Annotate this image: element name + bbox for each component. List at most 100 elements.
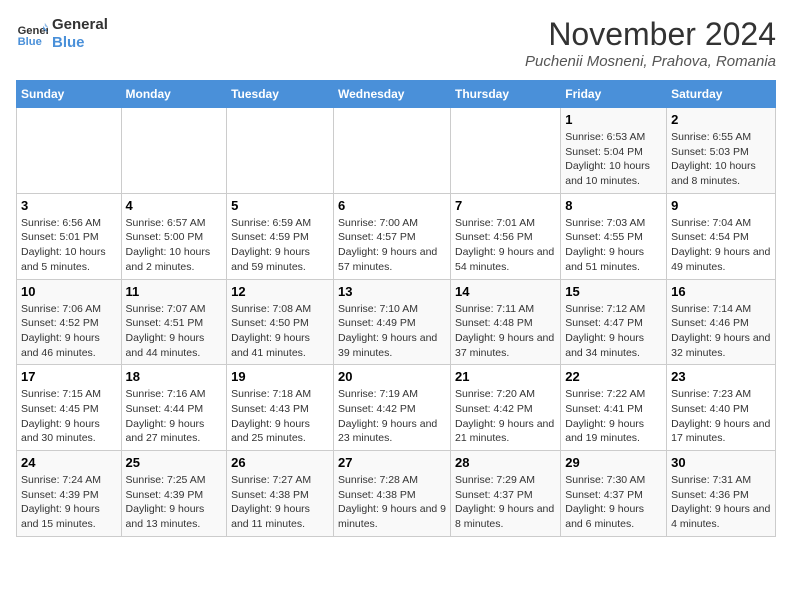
day-info: Sunrise: 7:18 AM Sunset: 4:43 PM Dayligh… (231, 387, 329, 446)
calendar-day-cell: 27Sunrise: 7:28 AM Sunset: 4:38 PM Dayli… (334, 451, 451, 537)
day-info: Sunrise: 7:07 AM Sunset: 4:51 PM Dayligh… (126, 302, 223, 361)
weekday-header-cell: Sunday (17, 81, 122, 108)
calendar-table: SundayMondayTuesdayWednesdayThursdayFrid… (16, 80, 776, 537)
logo-line1: General (52, 16, 108, 34)
day-number: 17 (21, 369, 117, 384)
calendar-day-cell: 30 Sunrise: 7:31 AM Sunset: 4:36 PM Dayli… (667, 451, 776, 537)
weekday-header-cell: Friday (561, 81, 667, 108)
calendar-day-cell (334, 108, 451, 194)
day-number: 8 (565, 198, 662, 213)
day-info: Sunrise: 7:23 AM Sunset: 4:40 PM Dayligh… (671, 387, 771, 446)
title-area: November 2024 Puchenii Mosneni, Prahova,… (525, 16, 776, 70)
calendar-day-cell: 7Sunrise: 7:01 AM Sunset: 4:56 PM Daylig… (450, 193, 560, 279)
day-number: 14 (455, 284, 556, 299)
day-number: 30 (671, 455, 771, 470)
calendar-day-cell: 22 Sunrise: 7:22 AM Sunset: 4:41 PM Dayli… (561, 365, 667, 451)
calendar-day-cell: 29Sunrise: 7:30 AM Sunset: 4:37 PM Dayli… (561, 451, 667, 537)
calendar-day-cell: 25 Sunrise: 7:25 AM Sunset: 4:39 PM Dayli… (121, 451, 227, 537)
logo-icon: General Blue (16, 18, 48, 50)
calendar-day-cell (121, 108, 227, 194)
day-info: Sunrise: 7:30 AM Sunset: 4:37 PM Dayligh… (565, 473, 662, 532)
day-info: Sunrise: 7:25 AM Sunset: 4:39 PM Dayligh… (126, 473, 223, 532)
calendar-day-cell: 23 Sunrise: 7:23 AM Sunset: 4:40 PM Dayli… (667, 365, 776, 451)
day-number: 22 (565, 369, 662, 384)
day-info: Sunrise: 7:20 AM Sunset: 4:42 PM Dayligh… (455, 387, 556, 446)
calendar-day-cell: 24 Sunrise: 7:24 AM Sunset: 4:39 PM Dayli… (17, 451, 122, 537)
calendar-week-row: 17Sunrise: 7:15 AM Sunset: 4:45 PM Dayli… (17, 365, 776, 451)
day-number: 9 (671, 198, 771, 213)
calendar-day-cell: 5 Sunrise: 6:59 AM Sunset: 4:59 PM Daylig… (227, 193, 334, 279)
day-info: Sunrise: 7:08 AM Sunset: 4:50 PM Dayligh… (231, 302, 329, 361)
calendar-week-row: 10Sunrise: 7:06 AM Sunset: 4:52 PM Dayli… (17, 279, 776, 365)
weekday-header-row: SundayMondayTuesdayWednesdayThursdayFrid… (17, 81, 776, 108)
day-info: Sunrise: 6:59 AM Sunset: 4:59 PM Dayligh… (231, 216, 329, 275)
calendar-day-cell: 12 Sunrise: 7:08 AM Sunset: 4:50 PM Dayli… (227, 279, 334, 365)
calendar-day-cell: 20 Sunrise: 7:19 AM Sunset: 4:42 PM Dayli… (334, 365, 451, 451)
day-number: 20 (338, 369, 446, 384)
logo: General Blue General Blue (16, 16, 108, 52)
calendar-day-cell: 15Sunrise: 7:12 AM Sunset: 4:47 PM Dayli… (561, 279, 667, 365)
day-number: 12 (231, 284, 329, 299)
weekday-header-cell: Thursday (450, 81, 560, 108)
day-number: 10 (21, 284, 117, 299)
calendar-day-cell: 2 Sunrise: 6:55 AM Sunset: 5:03 PM Daylig… (667, 108, 776, 194)
day-number: 2 (671, 112, 771, 127)
calendar-day-cell: 26 Sunrise: 7:27 AM Sunset: 4:38 PM Dayli… (227, 451, 334, 537)
day-number: 26 (231, 455, 329, 470)
day-info: Sunrise: 7:19 AM Sunset: 4:42 PM Dayligh… (338, 387, 446, 446)
day-number: 15 (565, 284, 662, 299)
day-info: Sunrise: 7:27 AM Sunset: 4:38 PM Dayligh… (231, 473, 329, 532)
day-number: 13 (338, 284, 446, 299)
calendar-day-cell: 4 Sunrise: 6:57 AM Sunset: 5:00 PM Daylig… (121, 193, 227, 279)
calendar-day-cell (450, 108, 560, 194)
day-number: 24 (21, 455, 117, 470)
day-info: Sunrise: 6:53 AM Sunset: 5:04 PM Dayligh… (565, 130, 662, 189)
calendar-week-row: 24 Sunrise: 7:24 AM Sunset: 4:39 PM Dayli… (17, 451, 776, 537)
day-number: 5 (231, 198, 329, 213)
day-number: 1 (565, 112, 662, 127)
calendar-week-row: 1 Sunrise: 6:53 AM Sunset: 5:04 PM Daylig… (17, 108, 776, 194)
day-number: 16 (671, 284, 771, 299)
calendar-day-cell: 3Sunrise: 6:56 AM Sunset: 5:01 PM Daylig… (17, 193, 122, 279)
day-info: Sunrise: 6:55 AM Sunset: 5:03 PM Dayligh… (671, 130, 771, 189)
day-info: Sunrise: 7:31 AM Sunset: 4:36 PM Dayligh… (671, 473, 771, 532)
calendar-day-cell (17, 108, 122, 194)
day-number: 19 (231, 369, 329, 384)
calendar-day-cell: 21 Sunrise: 7:20 AM Sunset: 4:42 PM Dayli… (450, 365, 560, 451)
calendar-day-cell: 19 Sunrise: 7:18 AM Sunset: 4:43 PM Dayli… (227, 365, 334, 451)
day-number: 21 (455, 369, 556, 384)
day-number: 4 (126, 198, 223, 213)
day-info: Sunrise: 7:10 AM Sunset: 4:49 PM Dayligh… (338, 302, 446, 361)
day-info: Sunrise: 6:57 AM Sunset: 5:00 PM Dayligh… (126, 216, 223, 275)
logo-line2: Blue (52, 34, 108, 52)
weekday-header-cell: Monday (121, 81, 227, 108)
month-year-title: November 2024 (525, 16, 776, 53)
calendar-day-cell: 8Sunrise: 7:03 AM Sunset: 4:55 PM Daylig… (561, 193, 667, 279)
calendar-day-cell (227, 108, 334, 194)
day-info: Sunrise: 6:56 AM Sunset: 5:01 PM Dayligh… (21, 216, 117, 275)
day-info: Sunrise: 7:24 AM Sunset: 4:39 PM Dayligh… (21, 473, 117, 532)
calendar-day-cell: 6 Sunrise: 7:00 AM Sunset: 4:57 PM Daylig… (334, 193, 451, 279)
calendar-day-cell: 13 Sunrise: 7:10 AM Sunset: 4:49 PM Dayli… (334, 279, 451, 365)
day-number: 23 (671, 369, 771, 384)
day-number: 6 (338, 198, 446, 213)
calendar-day-cell: 28Sunrise: 7:29 AM Sunset: 4:37 PM Dayli… (450, 451, 560, 537)
day-info: Sunrise: 7:00 AM Sunset: 4:57 PM Dayligh… (338, 216, 446, 275)
day-info: Sunrise: 7:22 AM Sunset: 4:41 PM Dayligh… (565, 387, 662, 446)
svg-text:Blue: Blue (18, 36, 42, 48)
weekday-header-cell: Wednesday (334, 81, 451, 108)
day-info: Sunrise: 7:14 AM Sunset: 4:46 PM Dayligh… (671, 302, 771, 361)
day-number: 25 (126, 455, 223, 470)
calendar-day-cell: 14Sunrise: 7:11 AM Sunset: 4:48 PM Dayli… (450, 279, 560, 365)
weekday-header-cell: Saturday (667, 81, 776, 108)
day-number: 11 (126, 284, 223, 299)
calendar-week-row: 3Sunrise: 6:56 AM Sunset: 5:01 PM Daylig… (17, 193, 776, 279)
calendar-day-cell: 11 Sunrise: 7:07 AM Sunset: 4:51 PM Dayli… (121, 279, 227, 365)
weekday-header-cell: Tuesday (227, 81, 334, 108)
calendar-day-cell: 16 Sunrise: 7:14 AM Sunset: 4:46 PM Dayli… (667, 279, 776, 365)
calendar-day-cell: 18Sunrise: 7:16 AM Sunset: 4:44 PM Dayli… (121, 365, 227, 451)
day-info: Sunrise: 7:28 AM Sunset: 4:38 PM Dayligh… (338, 473, 446, 532)
day-info: Sunrise: 7:01 AM Sunset: 4:56 PM Dayligh… (455, 216, 556, 275)
page-header: General Blue General Blue November 2024 … (16, 16, 776, 70)
calendar-body: 1 Sunrise: 6:53 AM Sunset: 5:04 PM Daylig… (17, 108, 776, 537)
